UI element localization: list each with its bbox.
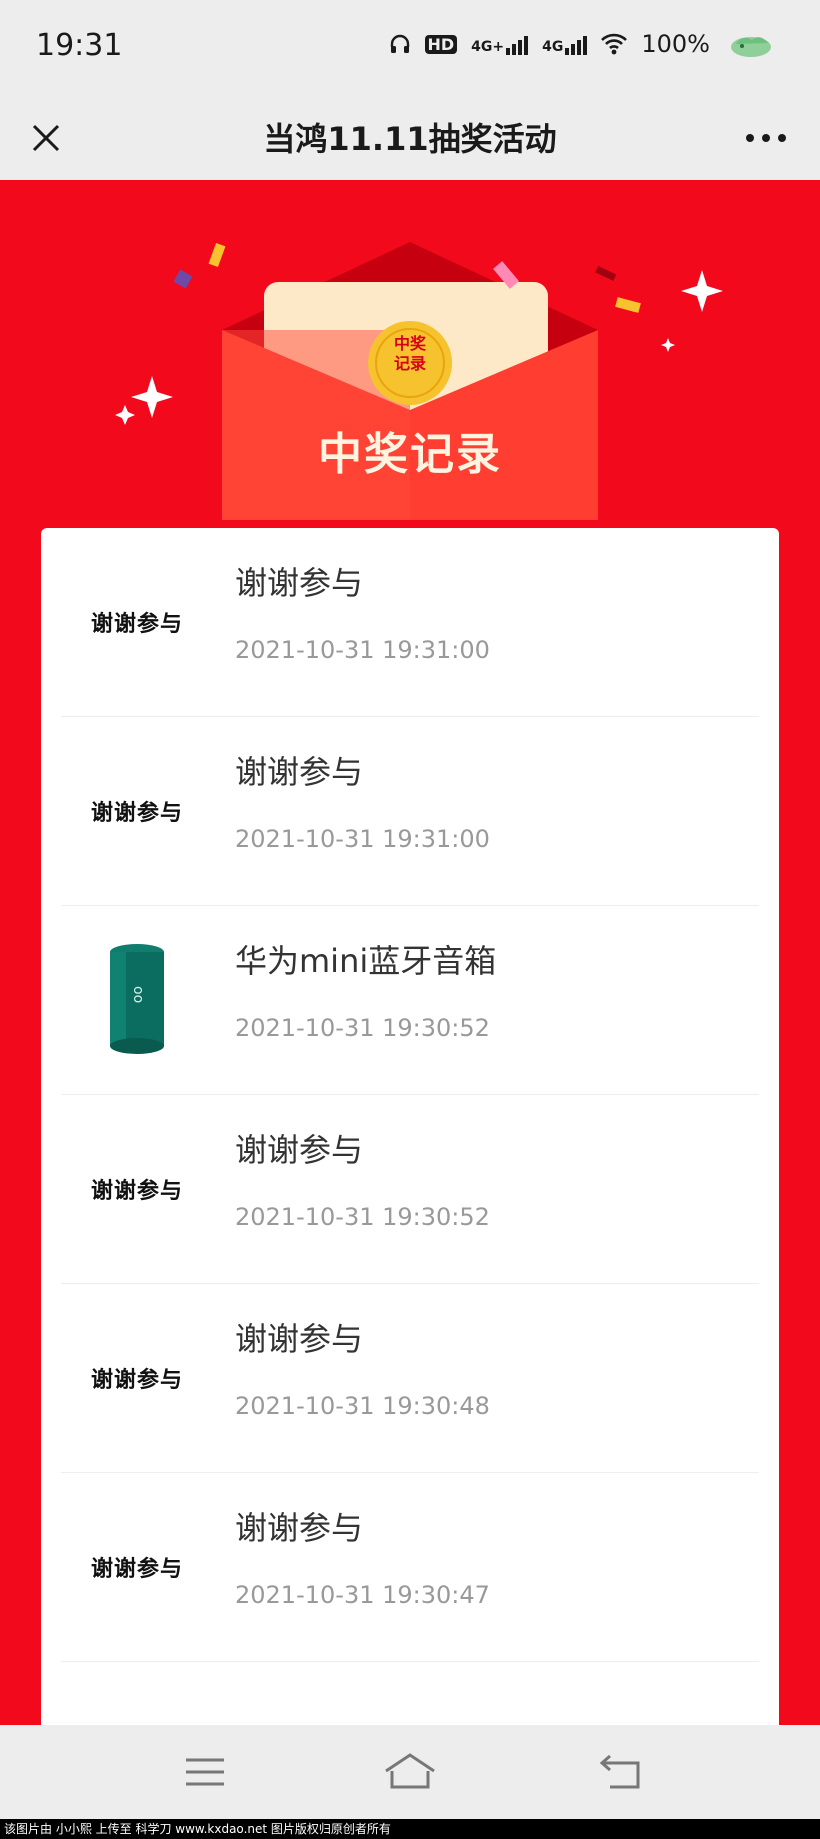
banner-title: 中奖记录 [318,429,502,480]
record-timestamp: 2021-10-31 19:30:47 [235,1581,490,1609]
record-prize-name: 谢谢参与 [235,564,364,602]
badge-label: 中奖 记录 [393,334,426,373]
watermark-bar: 该图片由 小小熙 上传至 科学刀 www.kxdao.net 图片版权归原创者所… [0,1819,820,1839]
network-4g: 4G [542,33,588,55]
record-thumbnail: ᴏᴏ [67,940,207,1060]
record-item[interactable]: 谢谢参与 谢谢参与 2021-10-31 19:30:47 [61,1473,759,1662]
record-thumbnail: 谢谢参与 [67,1507,207,1627]
wifi-icon [601,33,628,55]
record-prize-name: 谢谢参与 [235,1131,364,1169]
record-thumb-text: 谢谢参与 [90,1178,183,1204]
headphone-icon [390,34,409,53]
record-thumb-text: 谢谢参与 [90,1367,183,1393]
record-timestamp: 2021-10-31 19:31:00 [235,825,490,853]
prize-record-page: 中奖 记录 中奖记录 谢谢参与 谢谢参与 2021-10-31 19:31:00… [0,180,820,1725]
status-icons: HD 4G+ 4G 100% [389,30,710,58]
page-title: 当鸿11.11抽奖活动 [263,120,557,158]
record-prize-name: 华为mini蓝牙音箱 [235,942,497,980]
status-time: 19:31 [36,28,123,63]
record-item[interactable]: ᴏᴏ 华为mini蓝牙音箱 2021-10-31 19:30:52 [61,906,759,1095]
record-prize-name: 谢谢参与 [235,1320,364,1358]
home-icon[interactable] [382,1747,438,1797]
record-timestamp: 2021-10-31 19:30:52 [235,1014,490,1042]
network-4g-label: 4G [542,39,564,55]
svg-text:ᴏᴏ: ᴏᴏ [130,986,146,1003]
record-thumb-text: 谢谢参与 [90,1556,183,1582]
system-nav-bar [0,1725,820,1819]
more-icon[interactable] [740,118,792,158]
nav-bar: 当鸿11.11抽奖活动 [0,96,820,180]
record-item[interactable]: 谢谢参与 谢谢参与 2021-10-31 19:31:00 [61,528,759,717]
record-thumbnail: 谢谢参与 [67,1129,207,1249]
record-thumb-text: 谢谢参与 [90,800,183,826]
record-item[interactable]: 谢谢参与 谢谢参与 2021-10-31 19:30:48 [61,1284,759,1473]
record-thumbnail: 谢谢参与 [67,562,207,682]
record-prize-name: 谢谢参与 [235,753,364,791]
sparkle-icon [131,376,173,418]
network-4g-plus-label: 4G+ [471,39,505,55]
record-item[interactable]: 谢谢参与 谢谢参与 2021-10-31 19:30:52 [61,1095,759,1284]
record-thumb-text: 谢谢参与 [90,611,183,637]
menu-icon[interactable] [180,1747,230,1797]
back-icon[interactable] [596,1747,646,1797]
signal-icon-2 [565,33,588,55]
bluetooth-speaker-image: ᴏᴏ [110,944,164,1054]
record-thumbnail: 谢谢参与 [67,751,207,871]
status-bar: 19:31 HD 4G+ 4G 100% [0,0,820,96]
network-4g-plus: 4G+ [471,33,529,55]
record-timestamp: 2021-10-31 19:30:52 [235,1203,490,1231]
record-prize-name: 谢谢参与 [235,1509,364,1547]
record-list-card: 谢谢参与 谢谢参与 2021-10-31 19:31:00 谢谢参与 谢谢参与 … [41,528,779,1725]
leaf-icon [731,37,771,57]
record-thumbnail: 谢谢参与 [67,1318,207,1438]
record-timestamp: 2021-10-31 19:30:48 [235,1392,490,1420]
battery-percentage: 100% [641,30,710,58]
record-timestamp: 2021-10-31 19:31:00 [235,636,490,664]
record-item[interactable]: 谢谢参与 谢谢参与 2021-10-31 19:31:00 [61,717,759,906]
hd-icon: HD [424,34,458,54]
signal-icon [506,33,529,55]
